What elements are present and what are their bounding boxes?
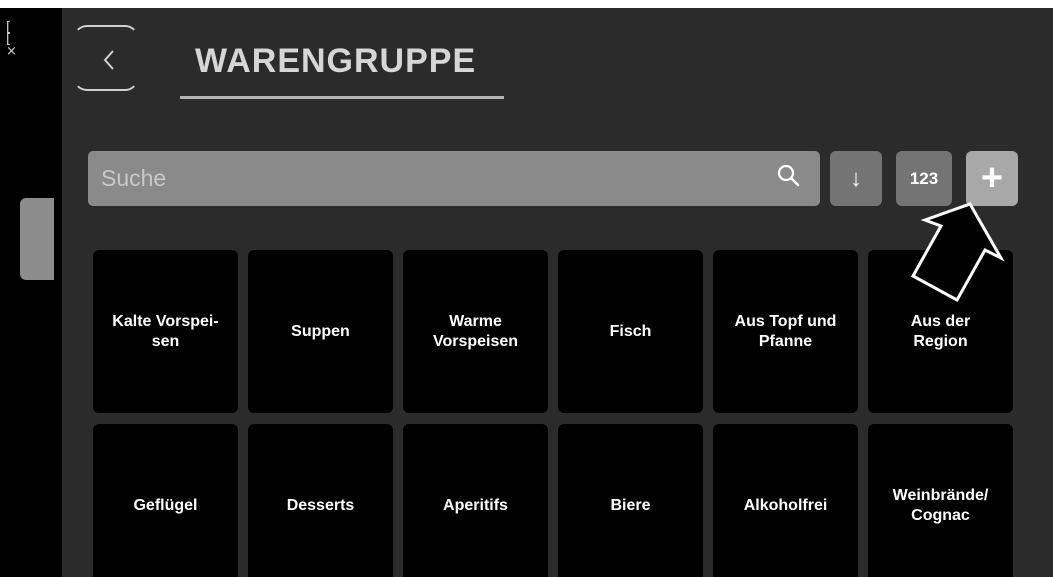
left-sidebar: [ [ × <box>0 8 62 577</box>
add-button[interactable]: + <box>966 151 1018 206</box>
category-tile[interactable]: Biere <box>558 424 703 577</box>
category-tile[interactable]: Aperitifs <box>403 424 548 577</box>
page-title: WARENGRUPPE <box>195 42 477 80</box>
search-icon[interactable] <box>776 163 802 189</box>
category-tile[interactable]: Aus Topf und Pfanne <box>713 250 858 413</box>
sidebar-tab[interactable] <box>20 198 54 280</box>
category-tile[interactable]: Alkoholfrei <box>713 424 858 577</box>
app-screen: [ [ × WARENGRUPPE Suche ↓ 123 + Kalte Vo… <box>0 8 1053 577</box>
chevron-left-icon <box>103 50 114 70</box>
category-tile[interactable]: Warme Vorspeisen <box>403 250 548 413</box>
category-tile[interactable]: Desserts <box>248 424 393 577</box>
category-tile[interactable]: Kalte Vorspei- sen <box>93 250 238 413</box>
search-placeholder: Suche <box>101 165 167 191</box>
numeric-button[interactable]: 123 <box>896 151 952 206</box>
category-tile[interactable]: Fisch <box>558 250 703 413</box>
search-input[interactable]: Suche <box>88 151 820 206</box>
title-underline <box>180 96 504 99</box>
category-tile[interactable]: Geflügel <box>93 424 238 577</box>
back-button[interactable] <box>73 25 139 91</box>
sort-button[interactable]: ↓ <box>830 151 882 206</box>
category-tile[interactable]: Weinbrände/ Cognac <box>868 424 1013 577</box>
category-tile[interactable]: Aus der Region <box>868 250 1013 413</box>
sidebar-glyph: [ [ × <box>6 20 17 59</box>
category-tile[interactable]: Suppen <box>248 250 393 413</box>
